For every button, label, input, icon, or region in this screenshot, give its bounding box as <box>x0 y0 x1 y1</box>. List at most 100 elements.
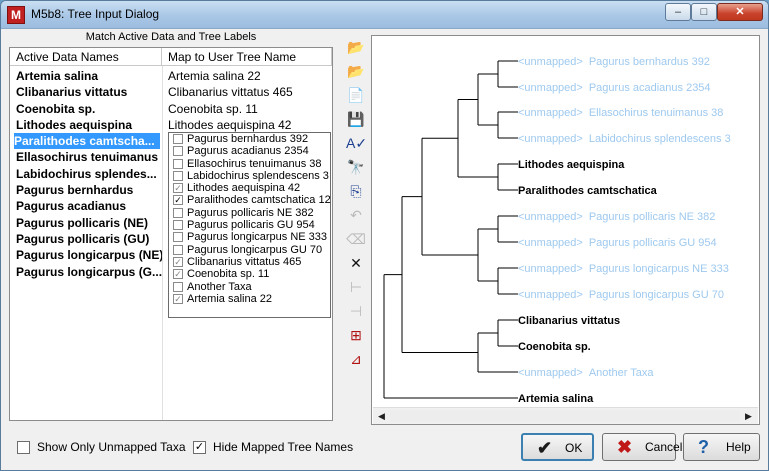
cancel-button[interactable]: ✖ Cancel <box>602 433 682 461</box>
dropdown-item[interactable]: Pagurus pollicaris GU 954 <box>169 219 330 231</box>
ok-button[interactable]: ✔ OK <box>521 433 594 461</box>
tree-tip-label-unmapped[interactable]: <unmapped> Labidochirus splendescens 3 <box>518 133 731 145</box>
show-only-unmapped-label[interactable]: Show Only Unmapped Taxa <box>37 440 186 454</box>
dropdown-item[interactable]: ✓ Clibanarius vittatus 465 <box>169 256 330 268</box>
document-icon[interactable]: 📄 <box>346 85 366 105</box>
column-header-active-names[interactable]: Active Data Names <box>10 48 162 66</box>
active-data-name[interactable]: Ellasochirus tenuimanus <box>16 149 162 165</box>
mapped-tree-name[interactable]: Artemia salina 22 <box>168 68 328 84</box>
find-icon[interactable]: 🔭 <box>346 157 366 177</box>
dropdown-item-checkbox[interactable]: ✓ <box>173 269 183 280</box>
dropdown-item-checkbox[interactable] <box>173 158 183 169</box>
dropdown-item[interactable]: ✓ Lithodes aequispina 42 <box>169 182 330 194</box>
horizontal-scrollbar[interactable]: ◀ ▶ <box>373 407 758 424</box>
tree-input-dialog: M M5b8: Tree Input Dialog – □ ✕ Match Ac… <box>0 0 769 471</box>
match-row[interactable]: Lithodes aequispina Lithodes aequispina 4… <box>10 117 332 133</box>
mapped-tree-name[interactable]: Lithodes aequispina 42 <box>168 117 328 133</box>
delete-icon[interactable]: ✕ <box>346 253 366 273</box>
save-icon[interactable]: 💾 <box>346 109 366 129</box>
dropdown-item-checkbox[interactable]: ✓ <box>173 195 183 206</box>
tree-tip-label-mapped[interactable]: Coenobita sp. <box>518 341 591 353</box>
close-button[interactable]: ✕ <box>717 3 763 21</box>
dropdown-item-label: Labidochirus splendescens 3 <box>187 169 329 182</box>
tree-edit-icon[interactable]: ⊿ <box>346 349 366 369</box>
active-data-name[interactable]: Coenobita sp. <box>16 101 162 117</box>
hide-mapped-box[interactable]: ✓ <box>193 441 206 454</box>
open-folder-icon[interactable]: 📂 <box>346 37 366 57</box>
undo-icon[interactable]: ↶ <box>346 205 366 225</box>
tree-tip-label-mapped[interactable]: Artemia salina <box>518 393 594 405</box>
dropdown-item-checkbox[interactable] <box>173 207 183 218</box>
dropdown-item[interactable]: Pagurus bernhardus 392 <box>169 133 330 145</box>
dropdown-item[interactable]: ✓ Artemia salina 22 <box>169 293 330 305</box>
cancel-x-icon: ✖ <box>617 437 633 457</box>
tree-tip-label-unmapped[interactable]: <unmapped> Pagurus pollicaris GU 954 <box>518 237 717 249</box>
tree-tip-label-unmapped[interactable]: <unmapped> Pagurus longicarpus GU 70 <box>518 289 724 301</box>
dropdown-item-checkbox[interactable] <box>173 146 183 157</box>
column-header-map-names[interactable]: Map to User Tree Name <box>162 48 332 66</box>
dropdown-item[interactable]: ✓ Coenobita sp. 11 <box>169 268 330 280</box>
active-data-name[interactable]: Pagurus longicarpus (NE) <box>16 247 162 263</box>
mapped-tree-name[interactable]: Clibanarius vittatus 465 <box>168 84 328 100</box>
active-data-name[interactable]: Lithodes aequispina <box>16 117 162 133</box>
dropdown-item[interactable]: Pagurus longicarpus NE 333 <box>169 231 330 243</box>
dropdown-item[interactable]: ✓ Paralithodes camtschatica 12 <box>169 194 331 206</box>
dropdown-item-checkbox[interactable] <box>173 232 183 243</box>
minimize-button[interactable]: – <box>665 3 691 21</box>
maximize-button[interactable]: □ <box>691 3 717 21</box>
collapse-branch-icon[interactable]: ⊣ <box>346 301 366 321</box>
show-only-unmapped-box[interactable] <box>17 441 30 454</box>
scroll-left-arrow-icon[interactable]: ◀ <box>374 409 389 423</box>
active-data-name[interactable]: Paralithodes camtscha... <box>14 133 160 150</box>
tree-tip-label-mapped[interactable]: Paralithodes camtschatica <box>518 185 658 197</box>
add-branch-icon[interactable]: ⊢ <box>346 277 366 297</box>
tree-tip-label-unmapped[interactable]: <unmapped> Ellasochirus tenuimanus 38 <box>518 107 723 119</box>
hide-mapped-label[interactable]: Hide Mapped Tree Names <box>213 440 353 454</box>
open-folder-special-icon[interactable]: 📂 <box>346 61 366 81</box>
active-data-name[interactable]: Pagurus acadianus <box>16 198 162 214</box>
active-data-name[interactable]: Pagurus bernhardus <box>16 182 162 198</box>
match-row[interactable]: Coenobita sp. Coenobita sp. 11 <box>10 101 332 117</box>
dropdown-item[interactable]: Ellasochirus tenuimanus 38 <box>169 158 330 170</box>
spell-check-icon[interactable]: A✓ <box>346 133 367 153</box>
dropdown-item-checkbox[interactable] <box>173 281 183 292</box>
dropdown-item[interactable]: Pagurus acadianus 2354 <box>169 145 330 157</box>
dropdown-item[interactable]: Pagurus pollicaris NE 382 <box>169 207 330 219</box>
active-data-name[interactable]: Pagurus longicarpus (G... <box>16 264 162 280</box>
dropdown-item-checkbox[interactable] <box>173 170 183 181</box>
active-data-name[interactable]: Clibanarius vittatus <box>16 84 162 100</box>
title-bar[interactable]: M M5b8: Tree Input Dialog – □ ✕ <box>1 1 768 29</box>
clean-icon[interactable]: ⌫ <box>346 229 366 249</box>
active-data-name[interactable]: Pagurus pollicaris (GU) <box>16 231 162 247</box>
dropdown-item[interactable]: Another Taxa <box>169 281 330 293</box>
active-data-name[interactable]: Pagurus pollicaris (NE) <box>16 215 162 231</box>
copy-icon[interactable]: ⎘ <box>346 181 366 201</box>
help-button[interactable]: ? Help <box>683 433 760 461</box>
dropdown-item-checkbox[interactable] <box>173 134 183 144</box>
dropdown-item-label: Pagurus longicarpus GU 70 <box>187 243 323 256</box>
active-data-name[interactable]: Artemia salina <box>16 68 162 84</box>
tree-view-panel[interactable]: <unmapped> Pagurus bernhardus 392 <unmappe… <box>371 35 760 425</box>
scrollbar-track[interactable] <box>390 410 740 422</box>
tree-tip-label-unmapped[interactable]: <unmapped> Another Taxa <box>518 367 654 379</box>
match-row[interactable]: Clibanarius vittatus Clibanarius vittatus… <box>10 84 332 100</box>
tree-tip-label-unmapped[interactable]: <unmapped> Pagurus longicarpus NE 333 <box>518 263 729 275</box>
tree-name-dropdown-list[interactable]: Pagurus bernhardus 392 Pagurus acadianus … <box>168 132 331 318</box>
dropdown-item-checkbox[interactable]: ✓ <box>173 256 183 267</box>
dropdown-item-checkbox[interactable]: ✓ <box>173 183 183 194</box>
dropdown-item-checkbox[interactable] <box>173 244 183 255</box>
tree-frame-icon[interactable]: ⊞ <box>346 325 366 345</box>
match-row[interactable]: Artemia salina Artemia salina 22 <box>10 68 332 84</box>
tree-tip-label-unmapped[interactable]: <unmapped> Pagurus bernhardus 392 <box>518 56 710 68</box>
dropdown-item-checkbox[interactable]: ✓ <box>173 293 183 304</box>
tree-tip-label-mapped[interactable]: Lithodes aequispina <box>518 159 625 171</box>
dropdown-item-checkbox[interactable] <box>173 220 183 231</box>
tree-tip-label-mapped[interactable]: Clibanarius vittatus <box>518 315 620 327</box>
tree-tip-label-unmapped[interactable]: <unmapped> Pagurus acadianus 2354 <box>518 82 711 94</box>
scroll-right-arrow-icon[interactable]: ▶ <box>741 409 756 423</box>
dropdown-item[interactable]: Pagurus longicarpus GU 70 <box>169 244 330 256</box>
mapped-tree-name[interactable]: Coenobita sp. 11 <box>168 101 328 117</box>
dropdown-item[interactable]: Labidochirus splendescens 3 <box>169 170 330 182</box>
active-data-name[interactable]: Labidochirus splendes... <box>16 166 162 182</box>
tree-tip-label-unmapped[interactable]: <unmapped> Pagurus pollicaris NE 382 <box>518 211 715 223</box>
